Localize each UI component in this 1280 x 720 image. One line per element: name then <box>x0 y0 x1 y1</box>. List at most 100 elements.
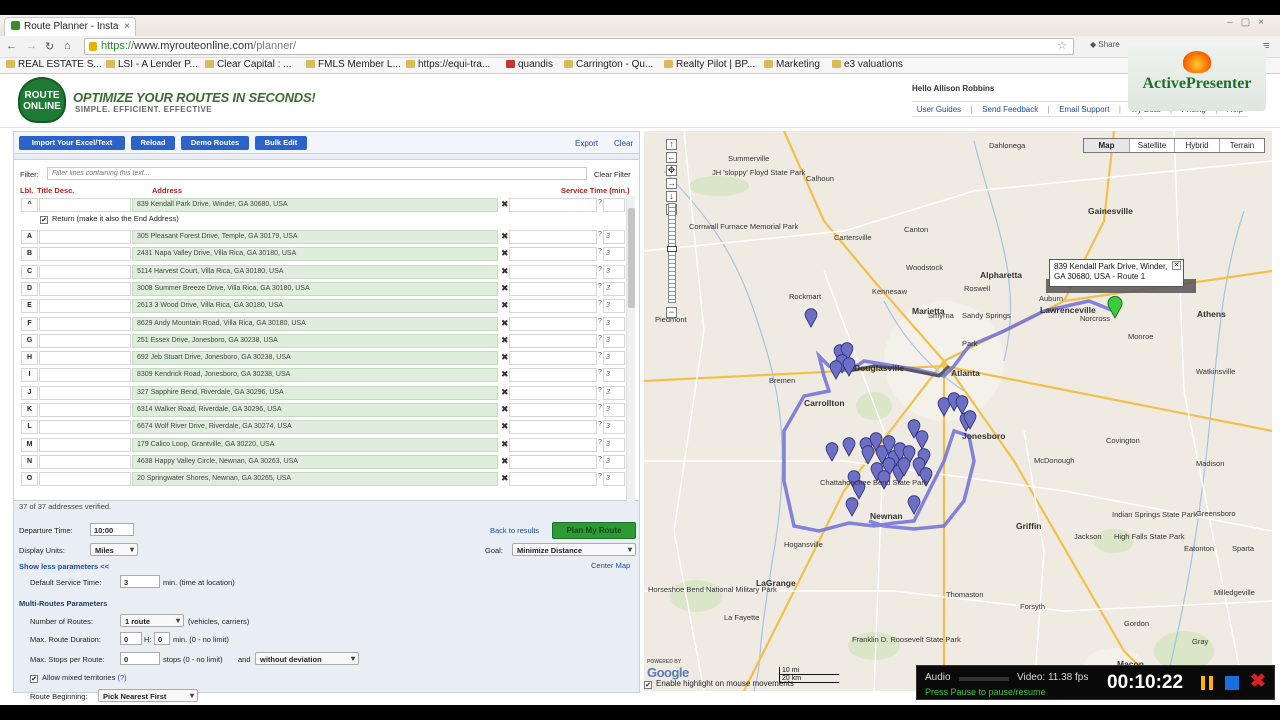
map-pin-icon[interactable] <box>842 437 856 457</box>
address-input[interactable]: 6314 Walker Road, Riverdale, GA 30296, U… <box>132 403 498 417</box>
scrollbar-thumb[interactable] <box>628 208 635 308</box>
address-input[interactable]: 251 Essex Drive, Jonesboro, GA 30238, US… <box>132 333 498 348</box>
mixed-help-link[interactable]: (?) <box>117 673 126 682</box>
delete-icon[interactable]: ✖ <box>501 404 509 415</box>
title-input[interactable] <box>39 420 131 435</box>
title-input[interactable] <box>39 230 131 244</box>
service-time-input[interactable]: 3 <box>603 281 625 296</box>
url-field[interactable]: https://www.myrouteonline.com/planner/ ☆ <box>84 38 1074 55</box>
map-type-hybrid[interactable]: Hybrid <box>1174 139 1219 152</box>
help-icon[interactable]: ? <box>598 248 602 255</box>
delete-icon[interactable]: ✖ <box>501 335 509 346</box>
max-stops-input[interactable]: 0 <box>120 652 160 665</box>
bookmark-item[interactable]: Realty Pilot | BP... <box>664 59 755 70</box>
title-input[interactable] <box>39 333 131 348</box>
delete-icon[interactable]: ✖ <box>501 199 509 210</box>
address-input[interactable]: 179 Calico Loop, Grantville, GA 30220, U… <box>132 437 498 452</box>
map-pin-icon[interactable] <box>825 442 839 462</box>
help-icon[interactable]: ? <box>598 421 602 428</box>
center-map-link[interactable]: Center Map <box>591 561 630 570</box>
map-canvas[interactable]: Summerville Dahlonega Calhoun Canton Gainesv… <box>644 131 1272 691</box>
help-icon[interactable]: ? <box>598 300 602 307</box>
departure-time-input[interactable]: 10:00 <box>90 523 134 536</box>
title-input[interactable] <box>39 299 131 314</box>
table-scrollbar[interactable] <box>626 196 635 502</box>
bookmark-item[interactable]: https://equi-tra... <box>406 59 490 70</box>
window-controls[interactable]: –▢× <box>1227 17 1272 28</box>
title-input[interactable] <box>39 403 131 417</box>
delete-icon[interactable]: ✖ <box>501 387 509 398</box>
bookmark-item[interactable]: quandis <box>506 59 553 70</box>
bookmark-item[interactable]: Marketing <box>764 59 820 70</box>
service-time-input[interactable]: 3 <box>603 437 625 452</box>
service-time-input[interactable]: 3 <box>603 333 625 348</box>
browser-tab[interactable]: Route Planner - Insta × <box>4 17 136 36</box>
help-icon[interactable]: ? <box>598 404 602 411</box>
help-icon[interactable]: ? <box>598 266 602 273</box>
bookmark-star-icon[interactable]: ☆ <box>1057 39 1067 52</box>
address-input[interactable]: 8629 Andy Mountain Road, Villa Rica, GA … <box>132 316 498 331</box>
goal-select[interactable]: Minimize Distance <box>512 543 636 556</box>
map-type-terrain[interactable]: Terrain <box>1219 139 1264 152</box>
service-notes-input[interactable] <box>509 420 597 435</box>
address-input[interactable]: 2431 Napa Valley Drive, Villa Rica, GA 3… <box>132 247 498 262</box>
pause-icon[interactable] <box>1201 676 1213 690</box>
zoom-slider[interactable] <box>667 203 677 303</box>
checkbox-checked-icon[interactable]: ✔ <box>30 675 38 683</box>
service-time-input[interactable]: 3 <box>603 351 625 366</box>
title-input[interactable] <box>39 368 131 383</box>
title-input[interactable] <box>39 454 131 469</box>
num-routes-select[interactable]: 1 route <box>120 614 184 627</box>
reload-button[interactable]: Reload <box>131 136 175 150</box>
map-pin-icon[interactable] <box>845 497 859 517</box>
demo-routes-button[interactable]: Demo Routes <box>181 136 249 150</box>
checkbox-checked-icon[interactable]: ✔ <box>644 681 652 689</box>
help-icon[interactable]: ? <box>598 439 602 446</box>
clear-link[interactable]: Clear <box>614 139 633 148</box>
service-notes-input[interactable] <box>509 385 597 400</box>
address-input[interactable]: 8309 Kendrick Road, Jonesboro, GA 30238,… <box>132 368 498 383</box>
return-option[interactable]: ✔ Return (make it also the End Address) <box>40 214 179 224</box>
delete-icon[interactable]: ✖ <box>501 369 509 380</box>
help-icon[interactable]: ? <box>598 369 602 376</box>
delete-icon[interactable]: ✖ <box>501 231 509 242</box>
help-icon[interactable]: ? <box>598 283 602 290</box>
service-notes-input[interactable] <box>509 437 597 452</box>
checkbox-checked-icon[interactable]: ✔ <box>40 216 48 224</box>
title-input[interactable] <box>39 281 131 296</box>
service-time-input[interactable]: 3 <box>603 420 625 435</box>
delete-icon[interactable]: ✖ <box>501 439 509 450</box>
delete-icon[interactable]: ✖ <box>501 352 509 363</box>
pan-left-icon[interactable]: ← <box>666 152 677 163</box>
help-icon[interactable]: ? <box>598 335 602 342</box>
service-notes-input[interactable] <box>509 264 597 279</box>
service-notes-input[interactable] <box>509 299 597 314</box>
address-input[interactable]: 4638 Happy Valley Circle, Newnan, GA 302… <box>132 454 498 469</box>
delete-icon[interactable]: ✖ <box>501 300 509 311</box>
service-time-input[interactable]: 3 <box>603 264 625 279</box>
filter-input[interactable] <box>47 167 587 180</box>
address-input[interactable]: 20 Springwater Shores, Newnan, GA 30265,… <box>132 472 498 487</box>
home-icon[interactable]: ⌂ <box>64 40 71 52</box>
start-pin-icon[interactable] <box>1107 295 1123 320</box>
service-notes-input[interactable] <box>509 472 597 487</box>
service-time-input[interactable]: 3 <box>603 316 625 331</box>
service-notes-input[interactable] <box>509 333 597 348</box>
service-notes-input[interactable] <box>509 198 597 212</box>
title-input[interactable] <box>39 437 131 452</box>
bookmark-item[interactable]: FMLS Member L... <box>306 59 401 70</box>
service-time-input[interactable]: 3 <box>603 454 625 469</box>
delete-icon[interactable]: ✖ <box>501 248 509 259</box>
map-pin-icon[interactable] <box>804 308 818 328</box>
help-icon[interactable]: ? <box>598 387 602 394</box>
mixed-territories-option[interactable]: ✔ Allow mixed territories (?) <box>30 673 127 683</box>
delete-icon[interactable]: ✖ <box>501 266 509 277</box>
service-time-input[interactable]: 3 <box>603 472 625 487</box>
units-select[interactable]: Miles <box>90 543 138 556</box>
delete-icon[interactable]: ✖ <box>501 456 509 467</box>
service-time-input[interactable]: 3 <box>603 299 625 314</box>
share-button[interactable]: ◆ Share <box>1090 40 1120 49</box>
help-icon[interactable]: ? <box>598 456 602 463</box>
deviation-select[interactable]: without deviation <box>255 652 359 665</box>
map-pin-icon[interactable] <box>861 445 875 465</box>
